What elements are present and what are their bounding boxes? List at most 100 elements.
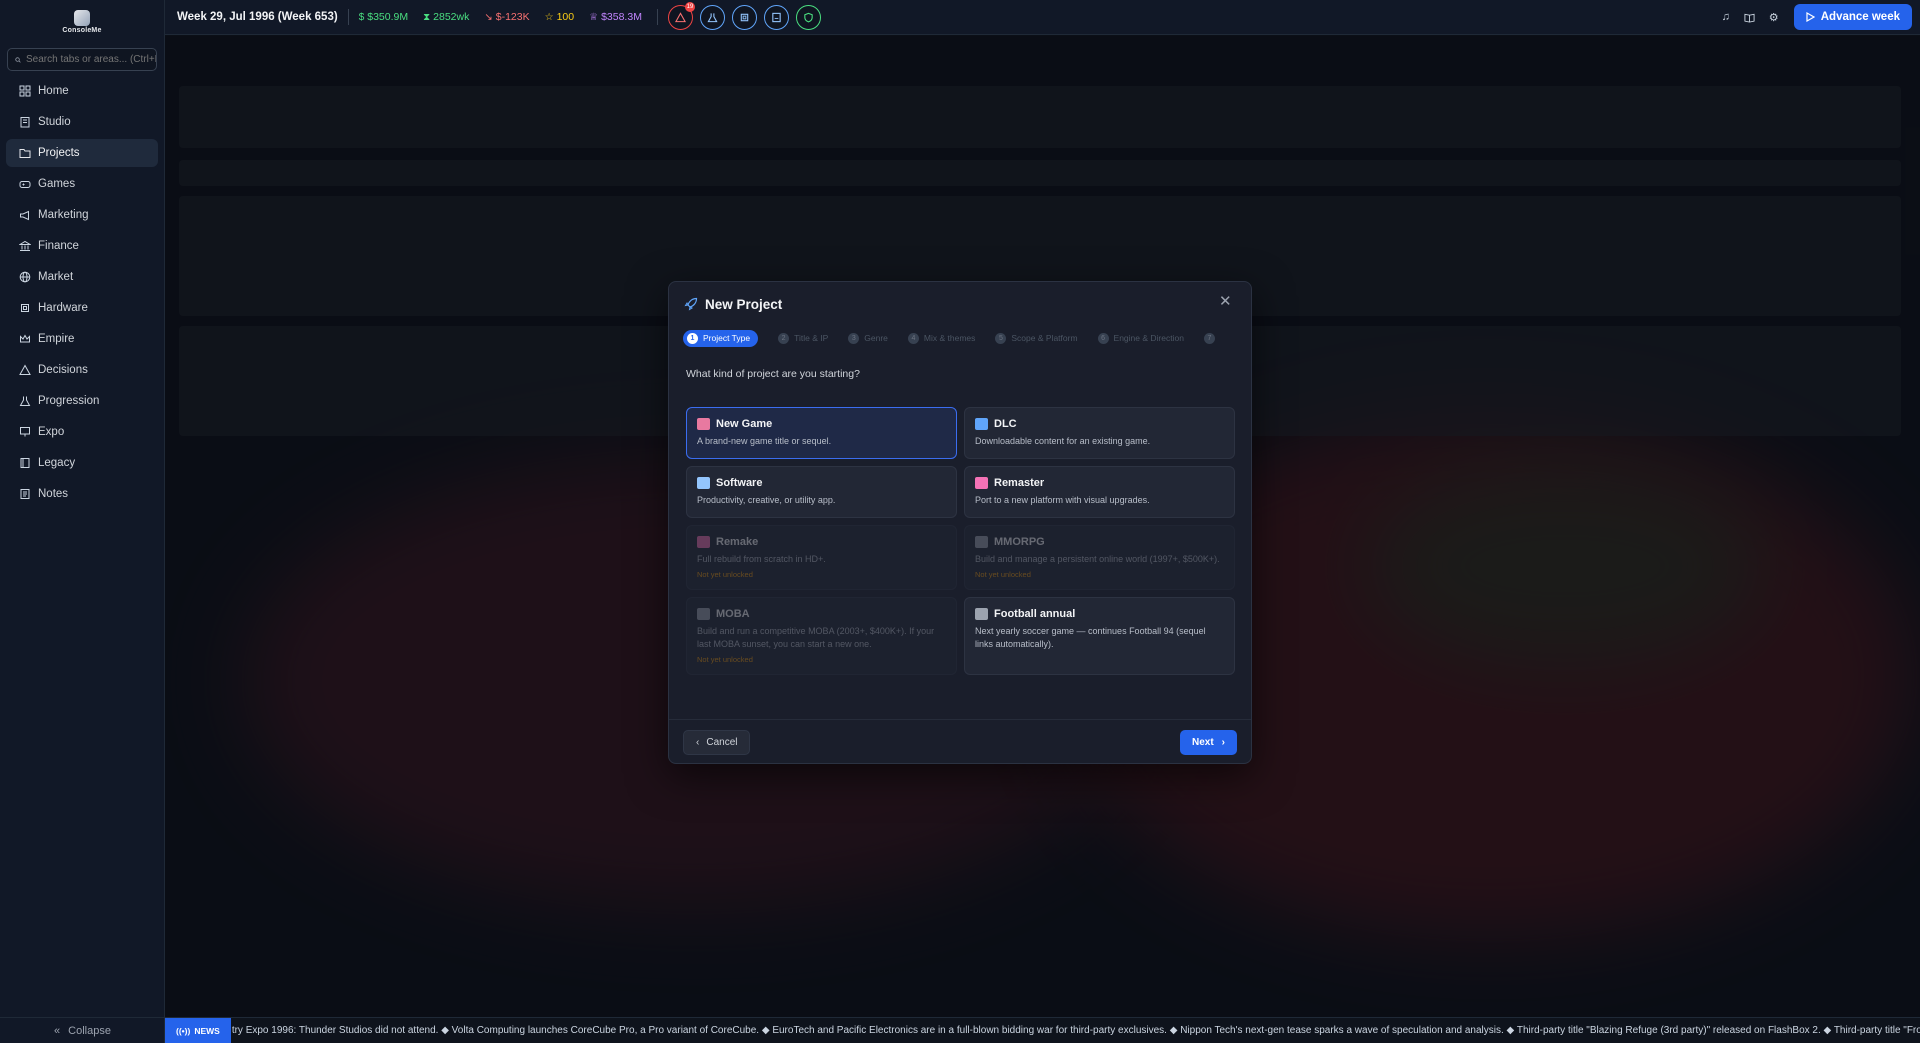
sidebar-item-home[interactable]: Home [6, 77, 158, 105]
card-title-text: DLC [994, 418, 1017, 430]
news-badge[interactable]: ((•)) NEWS [165, 1018, 231, 1043]
hardware-button[interactable] [731, 4, 757, 30]
card-desc: A brand-new game title or sequel. [697, 436, 832, 446]
close-icon[interactable]: ✕ [1219, 294, 1233, 309]
sidebar-item-legacy[interactable]: Legacy [6, 449, 158, 477]
news-text: try Expo 1996: Thunder Studios did not a… [231, 1025, 1920, 1036]
step-engine-direction[interactable]: 6 Engine & Direction [1097, 332, 1184, 344]
card-title: Football annual [975, 608, 1224, 620]
modal-header: New Project ✕ [669, 282, 1251, 326]
search-input[interactable] [26, 54, 156, 65]
card-desc: Build and manage a persistent online wor… [975, 554, 1220, 564]
step-number: 5 [995, 332, 1007, 344]
sidebar-item-expo[interactable]: Expo [6, 418, 158, 446]
hourglass-icon: ⧗ [423, 11, 431, 23]
step-number: 1 [687, 332, 698, 344]
building-icon [20, 117, 30, 128]
card-title-text: Football annual [994, 608, 1076, 620]
sidebar-item-label: Expo [38, 426, 65, 438]
sidebar-item-hardware[interactable]: Hardware [6, 294, 158, 322]
radio-icon: ((•)) [176, 1025, 191, 1036]
card-remake: Remake Full rebuild from scratch in HD+.… [686, 525, 957, 590]
weekly-value: 2852wk [433, 11, 470, 23]
cash-value: $350.9M [367, 11, 409, 23]
card-software[interactable]: Software Productivity, creative, or util… [686, 466, 957, 518]
search-box[interactable] [7, 48, 157, 71]
hardware-icon [21, 304, 29, 312]
presentation-icon [20, 427, 30, 437]
card-title-text: Software [716, 477, 763, 489]
project-question: What kind of project are you starting? [686, 368, 860, 380]
step-project-type[interactable]: 1 Project Type [683, 329, 759, 347]
next-button[interactable]: Next › [1179, 730, 1237, 755]
dollar-icon: $ [358, 11, 365, 23]
card-dlc[interactable]: DLC Downloadable content for an existing… [964, 407, 1235, 459]
step-title-ip[interactable]: 2 Title & IP [778, 332, 828, 344]
sidebar-item-progression[interactable]: Progression [6, 387, 158, 415]
divider [347, 9, 349, 25]
shield-button[interactable] [795, 4, 821, 30]
card-title: Remake [697, 536, 946, 548]
collapse-button[interactable]: « Collapse [0, 1017, 165, 1043]
game-disc-icon [697, 418, 710, 430]
step-mix-themes[interactable]: 4 Mix & themes [907, 332, 975, 344]
flask-icon [19, 396, 31, 406]
app-logo[interactable]: ConsoleMe [0, 0, 164, 36]
sidebar-item-marketing[interactable]: Marketing [6, 201, 158, 229]
card-desc: Full rebuild from scratch in HD+. [697, 554, 826, 564]
card-title: Remaster [975, 477, 1224, 489]
cancel-button[interactable]: ‹ Cancel [683, 730, 751, 755]
advance-week-button[interactable]: Advance week [1793, 4, 1912, 30]
sidebar-item-projects[interactable]: Projects [6, 139, 158, 167]
collapse-label: Collapse [68, 1024, 111, 1037]
sidebar: ConsoleMe Home Studio Projects Games Mar… [0, 0, 165, 1043]
sidebar-item-label: Market [38, 271, 74, 283]
step-next[interactable]: 7 [1203, 332, 1220, 344]
news-badge-label: NEWS [194, 1025, 220, 1036]
card-title: Software [697, 477, 946, 489]
shield-icon [804, 12, 813, 22]
book-open-icon[interactable] [1740, 7, 1760, 27]
reputation-value: 100 [556, 11, 575, 23]
step-number: 2 [778, 332, 790, 344]
gamepad-icon [697, 608, 710, 620]
sidebar-item-label: Projects [38, 147, 80, 159]
sidebar-item-notes[interactable]: Notes [6, 480, 158, 508]
sidebar-item-games[interactable]: Games [6, 170, 158, 198]
locked-label: Not yet unlocked [975, 570, 1031, 579]
sidebar-item-label: Home [38, 85, 69, 97]
next-label: Next [1191, 737, 1214, 748]
crown-icon [20, 334, 30, 343]
step-genre[interactable]: 3 Genre [848, 332, 888, 344]
card-moba: MOBA Build and run a competitive MOBA (2… [686, 597, 957, 675]
chip-icon [740, 13, 749, 21]
gear-icon[interactable]: ⚙ [1764, 7, 1784, 27]
sidebar-item-finance[interactable]: Finance [6, 232, 158, 260]
sidebar-item-label: Decisions [38, 364, 88, 376]
cash-stat: $ $350.9M [359, 11, 408, 23]
step-number: 7 [1203, 332, 1215, 344]
reputation-stat: ☆ 100 [545, 11, 575, 23]
research-button[interactable] [699, 4, 725, 30]
alerts-button[interactable]: 19 [667, 1, 695, 30]
card-title: New Game [697, 418, 946, 430]
card-new-game[interactable]: New Game A brand-new game title or seque… [686, 407, 957, 459]
card-title-text: Remake [716, 536, 759, 548]
sidebar-item-empire[interactable]: Empire [6, 325, 158, 353]
gamepad-icon [19, 181, 31, 188]
save-button[interactable] [763, 4, 789, 30]
alert-count-badge: 19 [684, 1, 695, 12]
card-football-annual[interactable]: Football annual Next yearly soccer game … [964, 597, 1235, 675]
sidebar-item-decisions[interactable]: Decisions [6, 356, 158, 384]
step-scope-platform[interactable]: 5 Scope & Platform [995, 332, 1078, 344]
logo-text: ConsoleMe [62, 27, 102, 34]
card-remaster[interactable]: Remaster Port to a new platform with vis… [964, 466, 1235, 518]
music-icon[interactable]: ♫ [1716, 7, 1736, 27]
locked-label: Not yet unlocked [697, 655, 753, 664]
card-title-text: MOBA [716, 608, 750, 620]
sidebar-item-studio[interactable]: Studio [6, 108, 158, 136]
gamepad-icon [975, 536, 988, 548]
new-project-modal: New Project ✕ 1 Project Type 2 Title & IP … [668, 281, 1252, 764]
cancel-label: Cancel [706, 737, 738, 748]
sidebar-item-market[interactable]: Market [6, 263, 158, 291]
